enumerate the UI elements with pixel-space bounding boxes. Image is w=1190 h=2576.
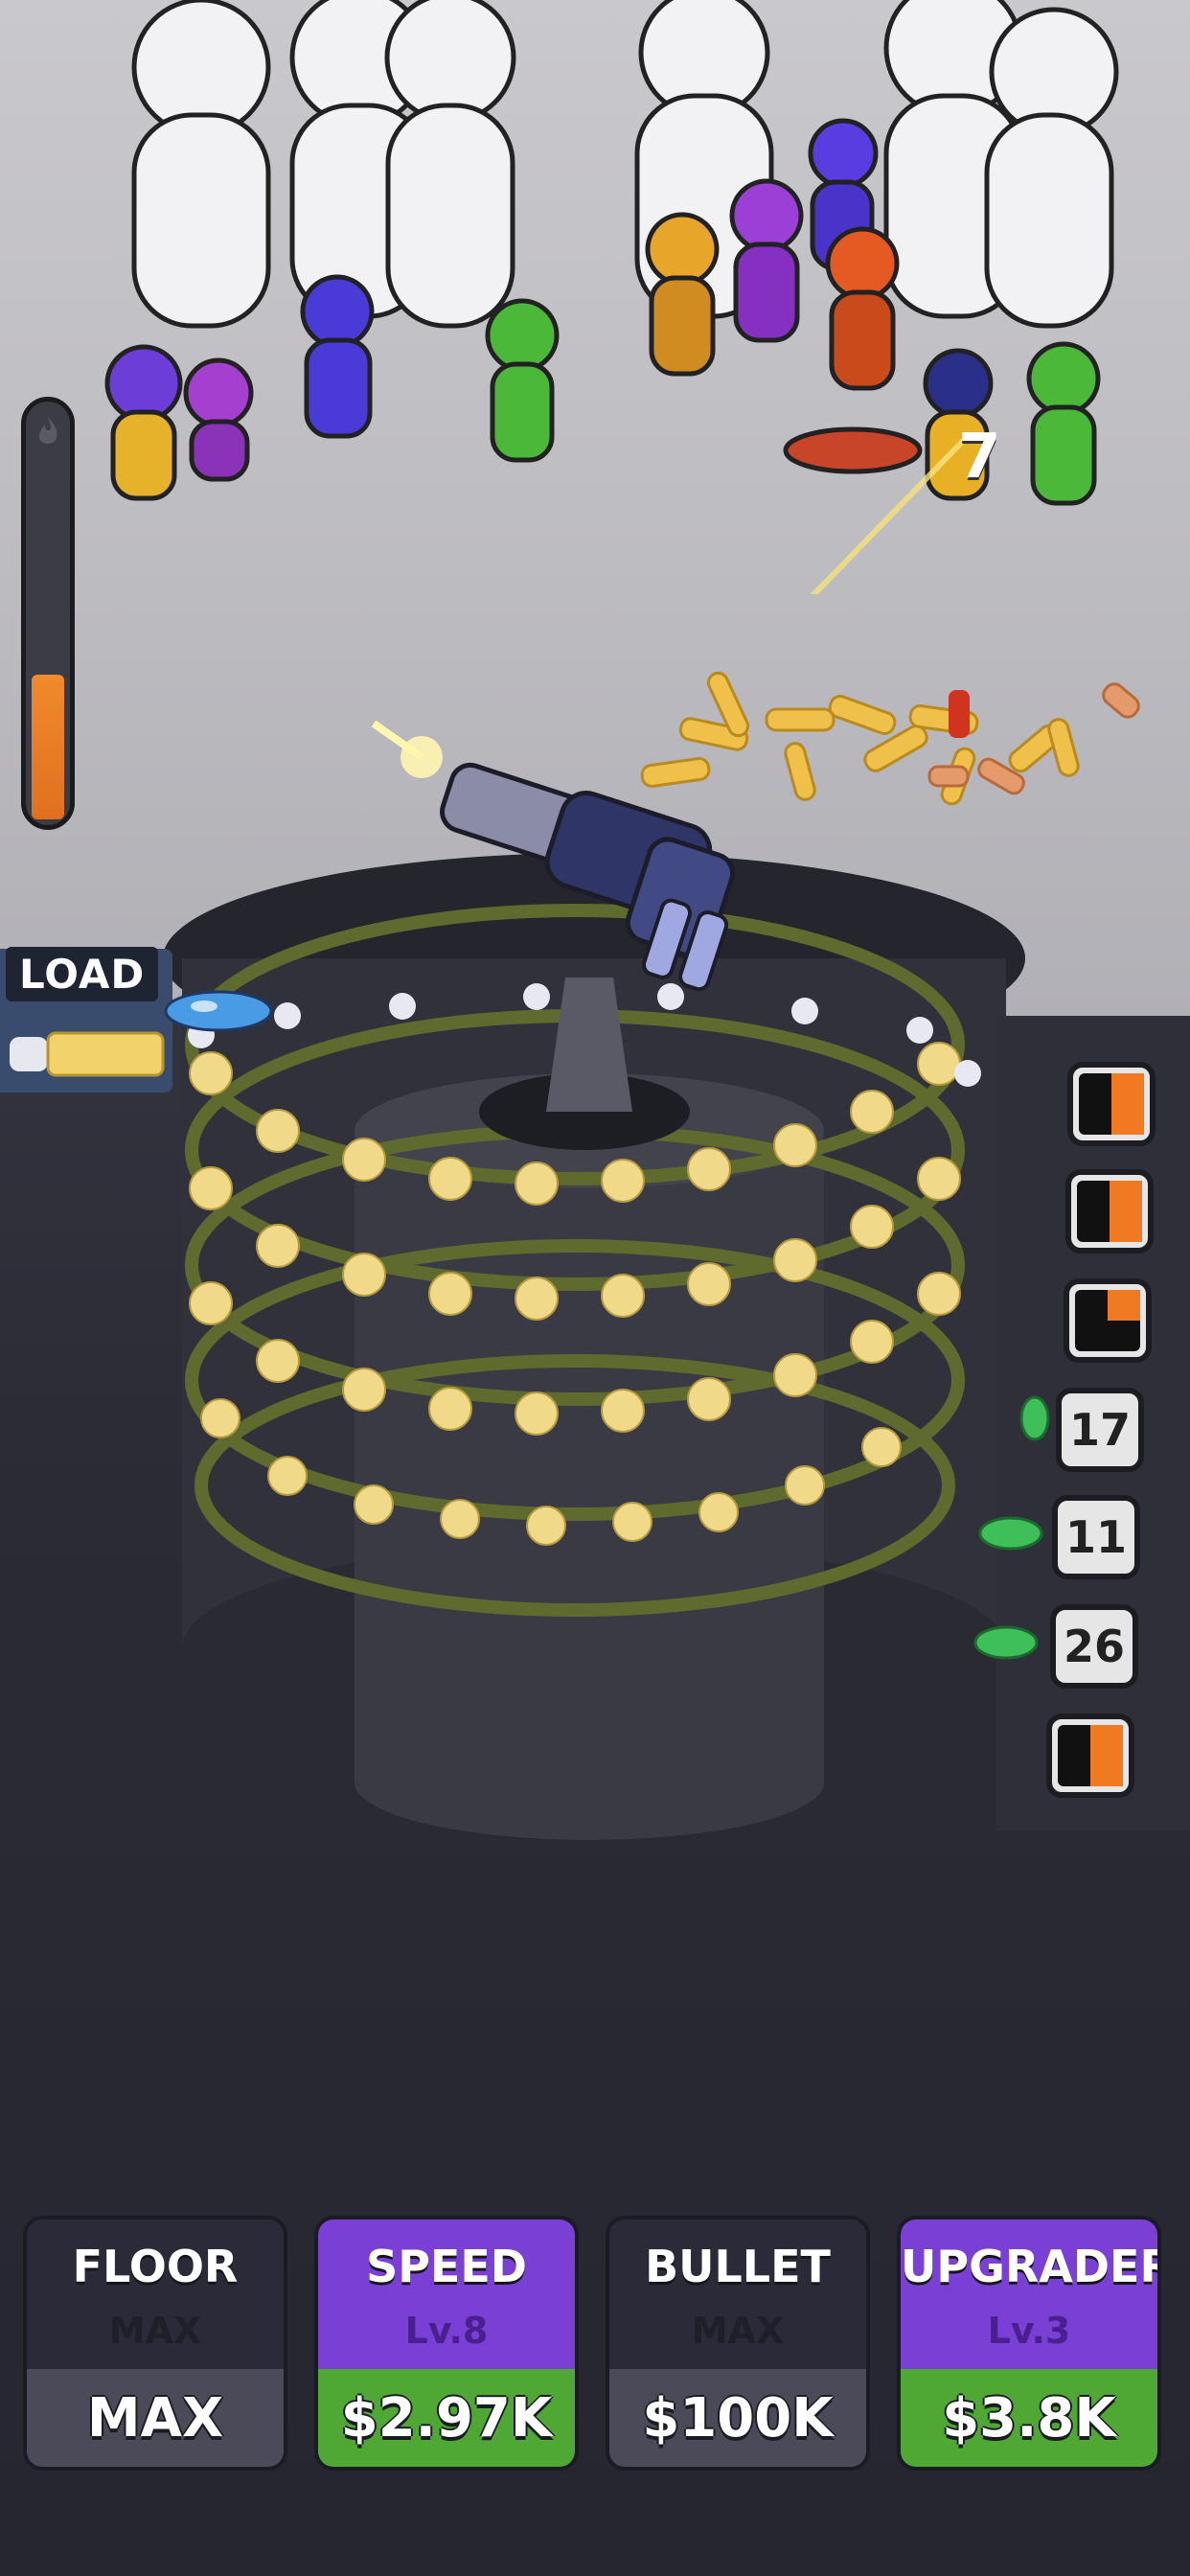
queue-count-label: 26 [1063, 1621, 1125, 1672]
upgrade-title: FLOOR [72, 2241, 239, 2292]
queue-slot-progress [1065, 1169, 1154, 1254]
minigun-turret [371, 720, 736, 992]
queue-count-label: 17 [1068, 1404, 1131, 1456]
queue-progress-fill [1075, 1290, 1140, 1351]
enemy-crowd [104, 0, 1119, 594]
queue-slot-progress [1067, 1062, 1156, 1146]
queue-progress-fill [1077, 1181, 1142, 1242]
queue-marker-icon [1019, 1395, 1050, 1441]
upgrade-price: $2.97K [340, 2386, 553, 2450]
queue-slot-progress [1046, 1714, 1134, 1798]
upgrade-card-header: BULLET MAX [609, 2220, 866, 2373]
upgrade-floor-button[interactable]: FLOOR MAX MAX [23, 2216, 287, 2471]
load-label: LOAD [6, 947, 159, 1001]
upgrade-price-bar: $2.97K [318, 2369, 575, 2467]
upgrade-price: MAX [86, 2386, 224, 2450]
queue-marker-icon [973, 1625, 1039, 1660]
upgrade-bullet-button[interactable]: BULLET MAX $100K [606, 2216, 870, 2471]
upgrade-level: Lv.8 [404, 2310, 489, 2352]
upgrade-price: $3.8K [942, 2386, 1116, 2450]
game-scene: 7 LOAD 17 11 26 [0, 0, 1190, 2576]
heat-level-fill [32, 675, 64, 819]
queue-slot-progress [1064, 1278, 1152, 1363]
upgrade-price-bar: $100K [609, 2369, 866, 2467]
upgrade-title: UPGRADER [901, 2241, 1161, 2292]
upgrade-level: MAX [691, 2310, 785, 2352]
upgrade-card-header: SPEED Lv.8 [318, 2220, 575, 2373]
upgrade-card-header: FLOOR MAX [27, 2220, 284, 2373]
queue-progress-fill [1058, 1725, 1123, 1786]
queue-slot-count: 17 [1056, 1388, 1144, 1472]
bullet-icon [10, 1031, 165, 1077]
upgrade-speed-button[interactable]: SPEED Lv.8 $2.97K [314, 2216, 579, 2471]
upgrade-price-bar: MAX [27, 2369, 284, 2467]
upgrade-card-header: UPGRADER Lv.3 [901, 2220, 1157, 2373]
damage-popup: 7 [958, 422, 1001, 493]
upgrade-level: Lv.3 [987, 2310, 1071, 2352]
queue-progress-fill [1079, 1073, 1144, 1135]
queue-slot-count: 26 [1050, 1604, 1138, 1689]
upgrade-price: $100K [642, 2386, 834, 2450]
upgrade-upgrader-button[interactable]: UPGRADER Lv.3 $3.8K [897, 2216, 1161, 2471]
flame-icon [38, 417, 57, 444]
upgrade-title: BULLET [645, 2241, 831, 2292]
queue-marker-icon [978, 1516, 1043, 1551]
heat-meter [21, 397, 75, 830]
upgrade-level: MAX [108, 2310, 202, 2352]
queue-count-label: 11 [1064, 1511, 1127, 1563]
upgrade-price-bar: $3.8K [901, 2369, 1157, 2467]
upgrade-title: SPEED [366, 2241, 527, 2292]
load-pointer-icon [164, 990, 273, 1032]
queue-slot-count: 11 [1052, 1495, 1140, 1579]
